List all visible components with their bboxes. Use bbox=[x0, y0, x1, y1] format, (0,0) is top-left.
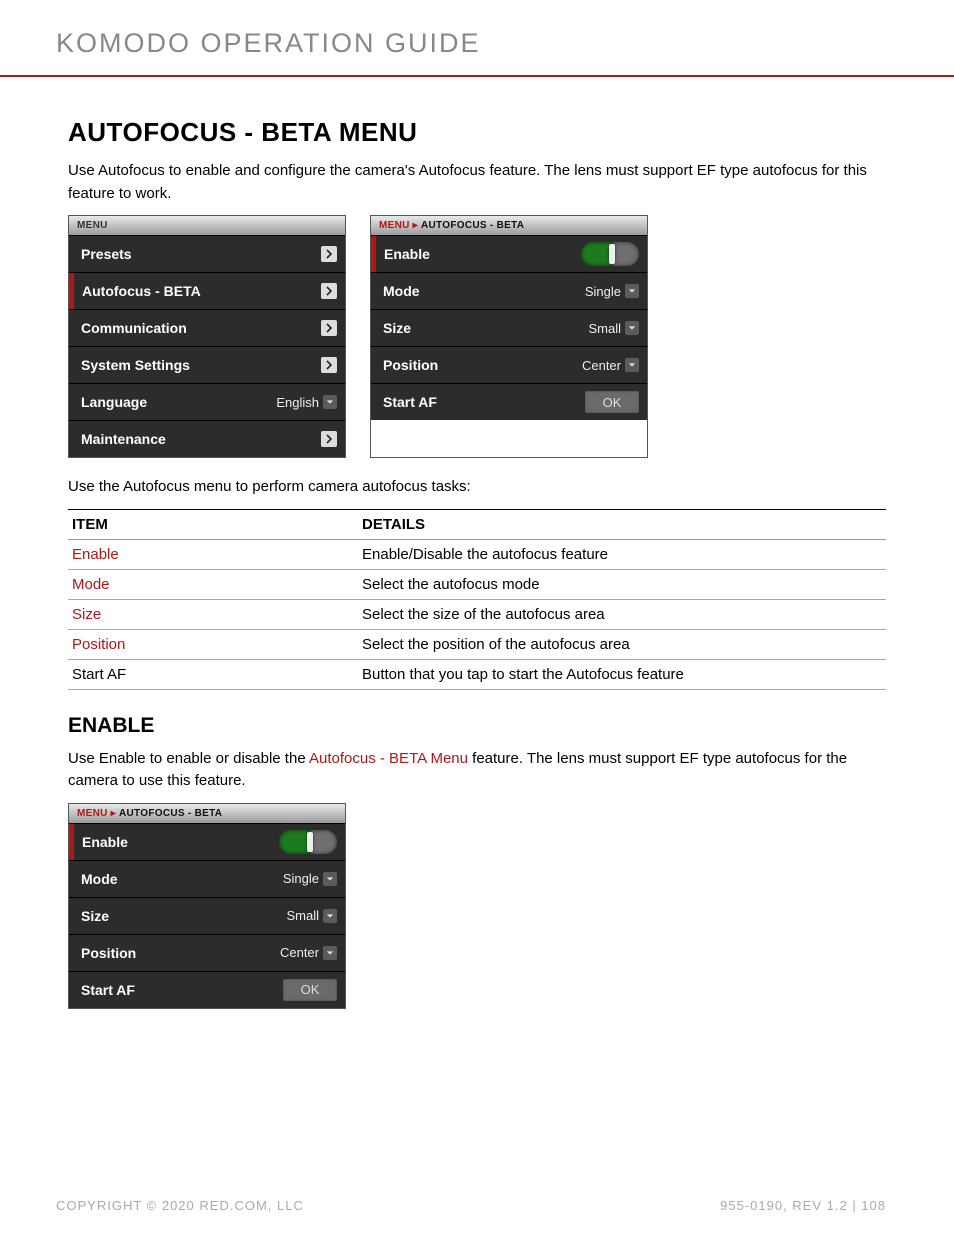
caret-down-icon bbox=[625, 358, 639, 372]
footer-docinfo: 955-0190, REV 1.2 | 108 bbox=[720, 1198, 886, 1213]
page-content: AUTOFOCUS - BETA MENU Use Autofocus to e… bbox=[0, 77, 954, 1009]
menu-row[interactable]: Presets bbox=[69, 235, 345, 272]
menu-row[interactable]: Position Center bbox=[371, 346, 647, 383]
table-row: PositionSelect the position of the autof… bbox=[68, 629, 886, 659]
table-details: Select the size of the autofocus area bbox=[358, 599, 886, 629]
menus-row: MENU Presets Autofocus - BETA Communication… bbox=[68, 215, 886, 458]
caret-down-icon bbox=[323, 872, 337, 886]
autofocus-beta-link[interactable]: Autofocus - BETA Menu bbox=[309, 750, 468, 767]
table-row: Start AFButton that you tap to start the… bbox=[68, 659, 886, 689]
table-row: EnableEnable/Disable the autofocus featu… bbox=[68, 539, 886, 569]
dropdown-value[interactable]: Small bbox=[588, 321, 639, 336]
caret-down-icon bbox=[323, 395, 337, 409]
menu-row[interactable]: Start AF OK bbox=[69, 971, 345, 1008]
menu-panel: MENU Presets Autofocus - BETA Communication… bbox=[68, 215, 346, 458]
enable-toggle[interactable] bbox=[279, 830, 337, 854]
table-row: SizeSelect the size of the autofocus are… bbox=[68, 599, 886, 629]
caret-down-icon bbox=[625, 284, 639, 298]
menu-row[interactable]: Size Small bbox=[371, 309, 647, 346]
tasks-intro: Use the Autofocus menu to perform camera… bbox=[68, 476, 886, 499]
menu-header: MENU bbox=[69, 216, 345, 235]
autofocus-panel: MENU▸AUTOFOCUS - BETA Enable Mode Single Siz… bbox=[370, 215, 648, 458]
menu-row[interactable]: Enable bbox=[371, 235, 647, 272]
caret-down-icon bbox=[625, 321, 639, 335]
menu-row[interactable]: Maintenance bbox=[69, 420, 345, 457]
menu-row[interactable]: Size Small bbox=[69, 897, 345, 934]
table-head-item: ITEM bbox=[68, 509, 358, 539]
dropdown-value[interactable]: Single bbox=[283, 871, 337, 886]
menu-row-label: Start AF bbox=[383, 394, 437, 410]
menu-row-label: Autofocus - BETA bbox=[82, 283, 201, 299]
menu-row-label: Presets bbox=[81, 246, 132, 262]
table-item[interactable]: Enable bbox=[68, 539, 358, 569]
table-details: Enable/Disable the autofocus feature bbox=[358, 539, 886, 569]
section-intro: Use Autofocus to enable and configure th… bbox=[68, 160, 886, 205]
menu-row-label: Start AF bbox=[81, 982, 135, 998]
enable-title: ENABLE bbox=[68, 714, 886, 738]
table-item[interactable]: Mode bbox=[68, 569, 358, 599]
table-head-details: DETAILS bbox=[358, 509, 886, 539]
menu-row-label: Enable bbox=[82, 834, 128, 850]
menu-row-label: Language bbox=[81, 394, 147, 410]
menu-row[interactable]: Language English bbox=[69, 383, 345, 420]
menu-row-label: Communication bbox=[81, 320, 187, 336]
menu-row[interactable]: Enable bbox=[69, 823, 345, 860]
header-title: KOMODO OPERATION GUIDE bbox=[56, 28, 954, 59]
menu-row[interactable]: Communication bbox=[69, 309, 345, 346]
dropdown-value[interactable]: Single bbox=[585, 284, 639, 299]
menu-row-label: Mode bbox=[81, 871, 118, 887]
section-title: AUTOFOCUS - BETA MENU bbox=[68, 117, 886, 148]
table-item[interactable]: Size bbox=[68, 599, 358, 629]
chevron-right-icon bbox=[321, 431, 337, 447]
autofocus-panel-enable: MENU▸AUTOFOCUS - BETA Enable Mode Single Siz… bbox=[68, 803, 346, 1009]
menu-header: MENU▸AUTOFOCUS - BETA bbox=[371, 216, 647, 235]
chevron-right-icon bbox=[321, 246, 337, 262]
menu-row-label: Position bbox=[81, 945, 136, 961]
autofocus-info-table: ITEM DETAILS EnableEnable/Disable the au… bbox=[68, 509, 886, 690]
menu-row-label: Enable bbox=[384, 246, 430, 262]
dropdown-value[interactable]: English bbox=[276, 395, 337, 410]
table-item[interactable]: Position bbox=[68, 629, 358, 659]
caret-down-icon bbox=[323, 946, 337, 960]
menu-row[interactable]: Mode Single bbox=[371, 272, 647, 309]
menu-row[interactable]: System Settings bbox=[69, 346, 345, 383]
enable-text-before: Use Enable to enable or disable the bbox=[68, 750, 309, 767]
page-footer: COPYRIGHT © 2020 RED.COM, LLC 955-0190, … bbox=[56, 1198, 886, 1213]
enable-body: Use Enable to enable or disable the Auto… bbox=[68, 748, 886, 793]
footer-copyright: COPYRIGHT © 2020 RED.COM, LLC bbox=[56, 1198, 304, 1213]
menu-row-label: Size bbox=[383, 320, 411, 336]
ok-button[interactable]: OK bbox=[585, 391, 639, 413]
menu-header: MENU▸AUTOFOCUS - BETA bbox=[69, 804, 345, 823]
chevron-right-icon bbox=[321, 283, 337, 299]
menu-row[interactable]: Mode Single bbox=[69, 860, 345, 897]
caret-down-icon bbox=[323, 909, 337, 923]
dropdown-value[interactable]: Center bbox=[582, 358, 639, 373]
chevron-right-icon bbox=[321, 320, 337, 336]
menu-row-label: Mode bbox=[383, 283, 420, 299]
table-details: Select the position of the autofocus are… bbox=[358, 629, 886, 659]
menu-row[interactable]: Start AF OK bbox=[371, 383, 647, 420]
menu-row-label: Position bbox=[383, 357, 438, 373]
table-item: Start AF bbox=[68, 659, 358, 689]
menu-row[interactable]: Autofocus - BETA bbox=[69, 272, 345, 309]
ok-button[interactable]: OK bbox=[283, 979, 337, 1001]
menu-row-label: Maintenance bbox=[81, 431, 166, 447]
enable-toggle[interactable] bbox=[581, 242, 639, 266]
table-details: Select the autofocus mode bbox=[358, 569, 886, 599]
menu-row[interactable]: Position Center bbox=[69, 934, 345, 971]
menu-row-label: Size bbox=[81, 908, 109, 924]
dropdown-value[interactable]: Small bbox=[286, 908, 337, 923]
table-row: ModeSelect the autofocus mode bbox=[68, 569, 886, 599]
chevron-right-icon bbox=[321, 357, 337, 373]
menu-row-label: System Settings bbox=[81, 357, 190, 373]
page-header: KOMODO OPERATION GUIDE bbox=[0, 0, 954, 77]
dropdown-value[interactable]: Center bbox=[280, 945, 337, 960]
table-details: Button that you tap to start the Autofoc… bbox=[358, 659, 886, 689]
